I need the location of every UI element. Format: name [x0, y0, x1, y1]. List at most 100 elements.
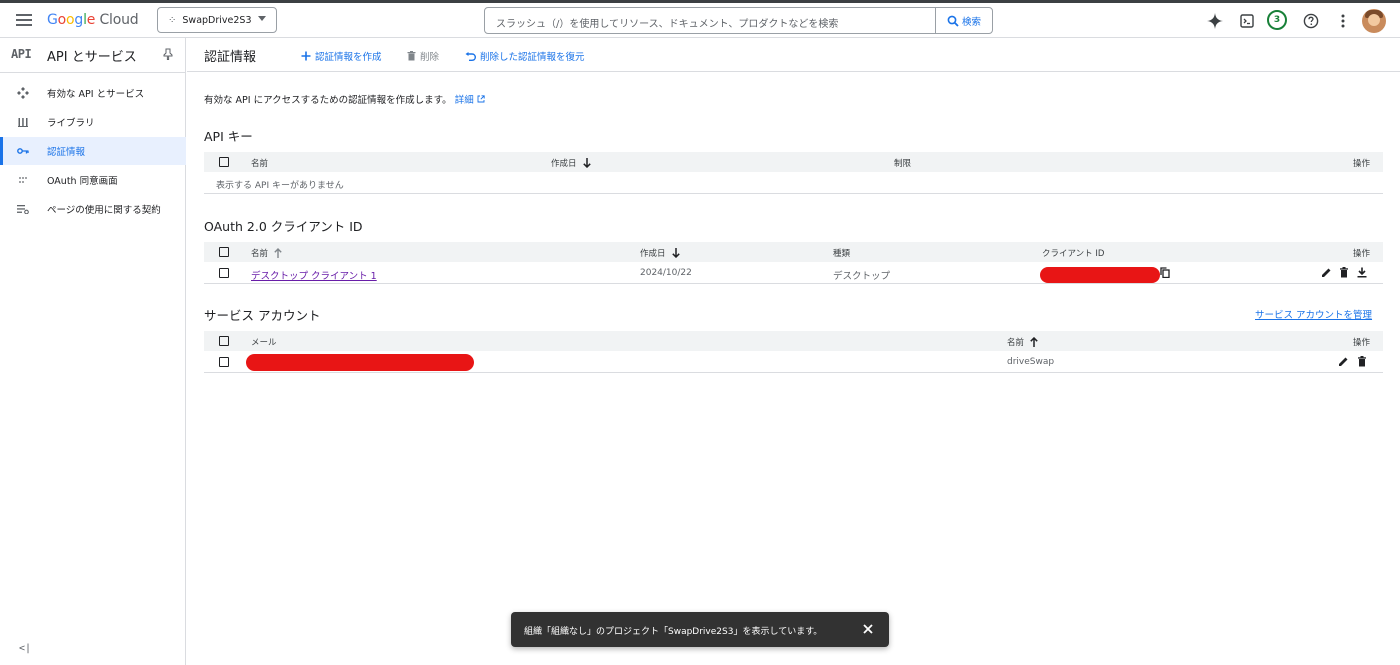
snackbar-message: 組織「組織なし」のプロジェクト「SwapDrive2S3」を表示しています。	[524, 627, 823, 637]
cloud-shell-icon[interactable]	[1237, 11, 1257, 31]
key-icon	[16, 144, 30, 158]
column-header-type[interactable]: 種類	[833, 247, 850, 259]
learn-more-label: 詳細	[454, 95, 474, 106]
gemini-sparkle-icon[interactable]	[1205, 11, 1225, 31]
column-header-actions: 操作	[1353, 249, 1371, 259]
project-selector[interactable]: ⁘ SwapDrive2S3	[157, 7, 277, 33]
sidebar-title: API とサービス	[47, 50, 137, 65]
pin-icon[interactable]	[163, 48, 173, 63]
settings-list-icon	[16, 202, 30, 216]
sidebar-item-label: 有効な API とサービス	[47, 89, 145, 100]
column-header-created[interactable]: 作成日	[640, 247, 680, 259]
column-header-client-id: クライアント ID	[1042, 249, 1105, 259]
more-vert-icon[interactable]	[1333, 11, 1353, 31]
column-header-name[interactable]: 名前	[251, 157, 268, 169]
column-header-email[interactable]: メール	[251, 336, 277, 348]
consent-icon	[16, 173, 30, 187]
sidebar-item-label: ライブラリ	[47, 118, 95, 129]
table-row: デスクトップ クライアント 1 2024/10/22 デスクトップ	[204, 263, 1383, 284]
restore-deleted-credentials-button[interactable]: 削除した認証情報を復元	[465, 49, 585, 63]
column-header-name-label: 名前	[251, 249, 269, 259]
api-hub-icon	[16, 86, 30, 100]
column-header-created-label: 作成日	[551, 159, 577, 169]
delete-button[interactable]: 削除	[407, 49, 439, 63]
column-header-name[interactable]: 名前	[1007, 336, 1038, 348]
sidebar-item-page-usage-agreements[interactable]: ページの使用に関する契約	[0, 195, 186, 223]
column-header-created-label: 作成日	[640, 249, 666, 259]
sort-ascending-icon	[1030, 337, 1038, 347]
select-all-checkbox[interactable]	[219, 247, 229, 257]
trash-icon	[407, 51, 416, 61]
create-credentials-label: 認証情報を作成	[315, 52, 382, 63]
sidebar-item-oauth-consent[interactable]: OAuth 同意画面	[0, 166, 186, 194]
sidebar-item-label: ページの使用に関する契約	[47, 205, 161, 216]
oauth-title: OAuth 2.0 クライアント ID	[204, 219, 363, 234]
avatar[interactable]	[1362, 9, 1386, 33]
column-header-created[interactable]: 作成日	[551, 157, 591, 169]
column-header-actions: 操作	[1353, 159, 1371, 169]
notifications-badge[interactable]: 3	[1267, 10, 1287, 30]
search-bar[interactable]: スラッシュ（/）を使用してリソース、ドキュメント、プロダクトなどを検索 検索	[484, 7, 993, 34]
table-row: driveSwap	[204, 352, 1383, 373]
sort-ascending-icon	[274, 248, 282, 258]
search-button-label: 検索	[961, 16, 981, 28]
sort-descending-icon	[671, 248, 680, 258]
sidebar-header: API API とサービス	[0, 38, 186, 73]
help-icon[interactable]	[1301, 11, 1321, 31]
close-icon[interactable]	[861, 622, 875, 636]
page-header: 認証情報 認証情報を作成 削除 削除した認証情報を復元	[187, 38, 1400, 72]
column-header-name[interactable]: 名前	[251, 247, 282, 259]
manage-service-accounts-link[interactable]: サービス アカウントを管理	[1255, 307, 1372, 321]
client-name-link[interactable]: デスクトップ クライアント 1	[251, 268, 377, 282]
search-button[interactable]: 検索	[935, 8, 992, 33]
learn-more-link[interactable]: 詳細	[455, 95, 485, 106]
copy-icon[interactable]	[1160, 267, 1170, 281]
top-bar: Google Cloud ⁘ SwapDrive2S3 スラッシュ（/）を使用し…	[0, 3, 1400, 38]
search-icon	[947, 15, 959, 27]
add-icon	[301, 51, 311, 61]
page-title: 認証情報	[204, 50, 257, 65]
delete-label: 削除	[420, 52, 440, 63]
sidebar-item-label: 認証情報	[47, 147, 86, 158]
sidebar-item-enabled-apis[interactable]: 有効な API とサービス	[0, 79, 186, 107]
google-cloud-logo[interactable]: Google Cloud	[47, 12, 139, 28]
api-keys-empty-row: 表示する API キーがありません	[204, 173, 1383, 194]
open-in-new-icon	[477, 95, 485, 103]
service-account-name: driveSwap	[1007, 357, 1055, 367]
api-logo-icon: API	[11, 47, 32, 61]
service-accounts-title: サービス アカウント	[204, 308, 321, 323]
download-icon[interactable]	[1357, 267, 1367, 281]
select-all-checkbox[interactable]	[219, 157, 229, 167]
redacted-client-id	[1040, 267, 1160, 283]
column-header-name-label: 名前	[1007, 338, 1025, 348]
create-credentials-button[interactable]: 認証情報を作成	[301, 49, 382, 63]
intro-text: 有効な API にアクセスするための認証情報を作成します。 詳細	[204, 92, 485, 106]
trash-icon[interactable]	[1339, 267, 1349, 281]
library-icon	[16, 115, 30, 129]
row-checkbox[interactable]	[219, 268, 229, 278]
row-checkbox[interactable]	[219, 357, 229, 367]
main-menu-icon[interactable]	[16, 14, 32, 26]
sort-descending-icon	[582, 158, 591, 168]
trash-icon[interactable]	[1357, 356, 1367, 370]
sidebar: API API とサービス 有効な API とサービス ライブラリ 認証情報 O…	[0, 38, 186, 665]
client-created-date: 2024/10/22	[640, 268, 692, 278]
edit-icon[interactable]	[1338, 356, 1349, 370]
undo-icon	[465, 51, 476, 61]
sidebar-item-credentials[interactable]: 認証情報	[0, 137, 186, 165]
oauth-table-header: 名前 作成日 種類 クライアント ID 操作	[204, 242, 1383, 262]
project-icon: ⁘	[168, 14, 177, 26]
intro-description: 有効な API にアクセスするための認証情報を作成します。	[204, 95, 452, 106]
sidebar-item-label: OAuth 同意画面	[47, 176, 118, 187]
restore-label: 削除した認証情報を復元	[480, 52, 585, 63]
collapse-sidebar-icon[interactable]: <|	[19, 643, 31, 654]
empty-message: 表示する API キーがありません	[216, 181, 344, 191]
search-input[interactable]: スラッシュ（/）を使用してリソース、ドキュメント、プロダクトなどを検索	[496, 15, 838, 30]
sidebar-item-library[interactable]: ライブラリ	[0, 108, 186, 136]
service-accounts-table-header: メール 名前 操作	[204, 331, 1383, 351]
edit-icon[interactable]	[1321, 267, 1332, 281]
redacted-email	[246, 354, 474, 371]
chevron-down-icon	[258, 16, 266, 21]
select-all-checkbox[interactable]	[219, 336, 229, 346]
snackbar: 組織「組織なし」のプロジェクト「SwapDrive2S3」を表示しています。	[511, 612, 889, 647]
